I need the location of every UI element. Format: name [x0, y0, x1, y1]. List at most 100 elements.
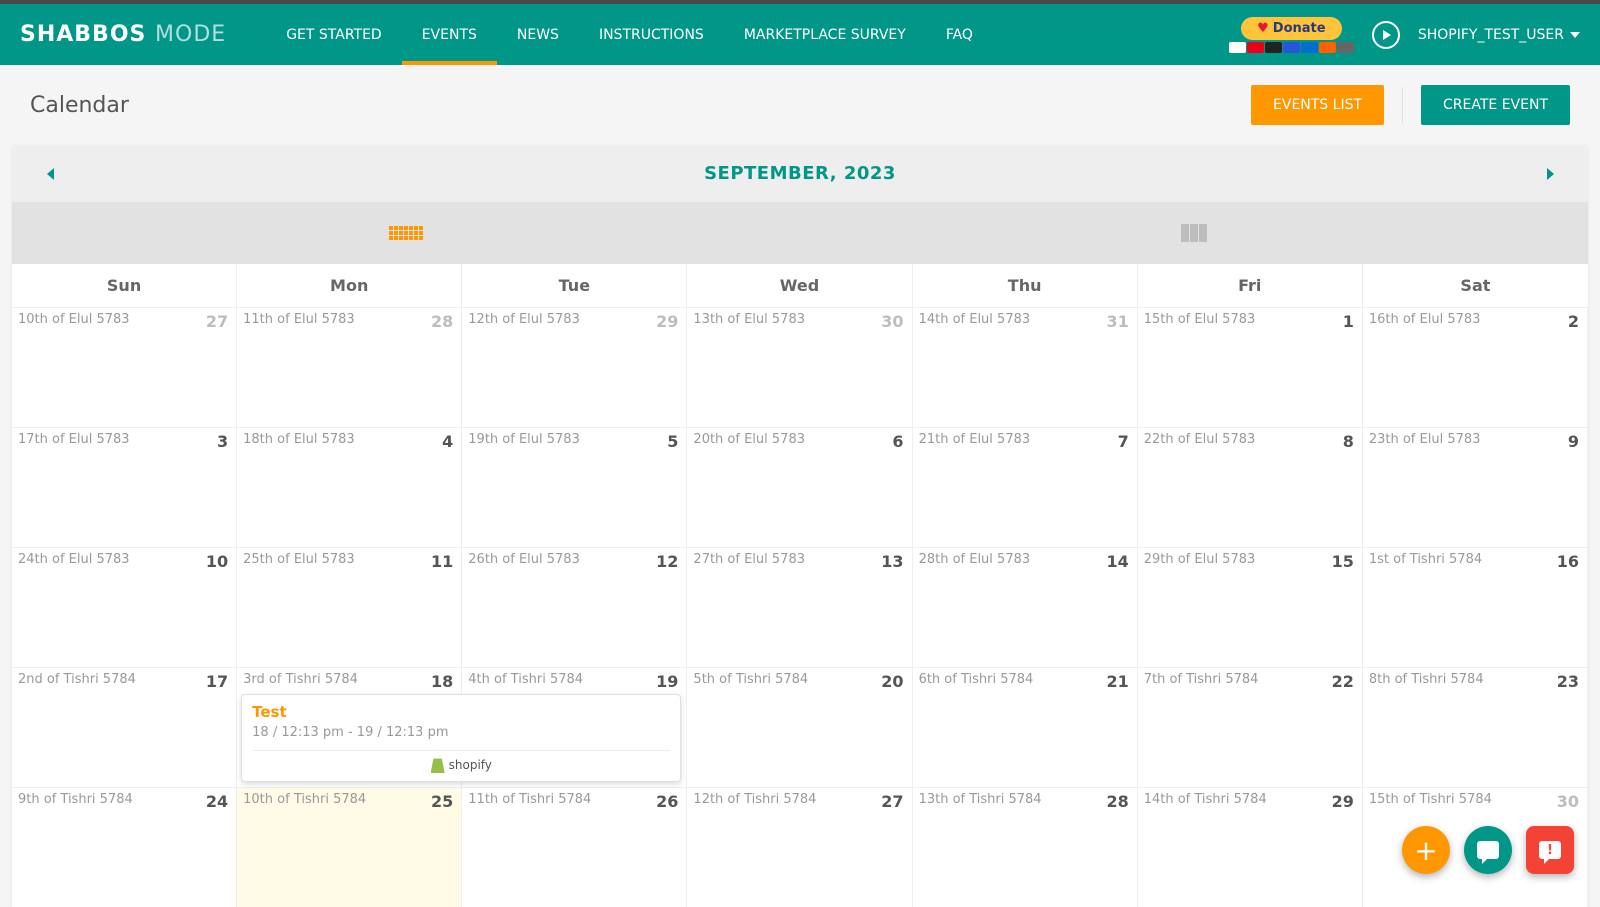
day-number: 21	[1106, 672, 1128, 691]
calendar-cell[interactable]: 1st of Tishri 578416	[1363, 547, 1588, 667]
calendar-cell[interactable]: 25th of Elul 578311	[237, 547, 462, 667]
calendar-cell[interactable]: 26th of Elul 578312	[462, 547, 687, 667]
day-header: Sat	[1363, 264, 1588, 307]
card-icon	[1229, 42, 1246, 53]
calendar-cell[interactable]: 29th of Elul 578315	[1138, 547, 1363, 667]
day-number: 28	[431, 312, 453, 331]
week-view-button[interactable]	[800, 202, 1588, 264]
hebrew-date: 11th of Tishri 5784	[468, 792, 591, 807]
calendar-cell[interactable]: 16th of Elul 57832	[1363, 307, 1588, 427]
day-number: 18	[431, 672, 453, 691]
user-name: SHOPIFY_TEST_USER	[1418, 27, 1564, 43]
main-nav: GET STARTEDEVENTSNEWSINSTRUCTIONSMARKETP…	[266, 4, 993, 65]
calendar-cell[interactable]: 9th of Tishri 578424	[12, 787, 237, 907]
shopify-icon	[431, 757, 445, 773]
day-number: 13	[881, 552, 903, 571]
event-time: 18 / 12:13 pm - 19 / 12:13 pm	[252, 725, 670, 740]
chevron-down-icon	[1570, 32, 1580, 38]
calendar-cell[interactable]: 11th of Elul 5783 28	[237, 307, 462, 427]
events-list-button[interactable]: EVENTS LIST	[1251, 85, 1384, 125]
day-number: 8	[1343, 432, 1354, 451]
day-number: 19	[656, 672, 678, 691]
day-number: 15	[1332, 552, 1354, 571]
grid-icon	[389, 226, 423, 240]
calendar-cell[interactable]: 13th of Elul 578330	[687, 307, 912, 427]
calendar-cell[interactable]: 22th of Elul 5783 8	[1138, 427, 1363, 547]
day-number: 17	[206, 672, 228, 691]
calendar-cell[interactable]: 19th of Elul 57835	[462, 427, 687, 547]
calendar-cell[interactable]: 5th of Tishri 578420	[687, 667, 912, 787]
nav-get-started[interactable]: GET STARTED	[266, 4, 402, 65]
page-title: Calendar	[30, 93, 129, 118]
card-icon	[1247, 42, 1264, 53]
nav-events[interactable]: EVENTS	[402, 4, 497, 65]
nav-news[interactable]: NEWS	[497, 4, 579, 65]
calendar-cell[interactable]: 28th of Elul 578314	[913, 547, 1138, 667]
day-header: Tue	[462, 264, 687, 307]
calendar-cell[interactable]: 13th of Tishri 578428	[913, 787, 1138, 907]
calendar-cell[interactable]: 18th of Elul 57834	[237, 427, 462, 547]
next-month-button[interactable]	[1540, 164, 1560, 184]
calendar-cell[interactable]: 14th of Tishri 578429	[1138, 787, 1363, 907]
day-number: 27	[881, 792, 903, 811]
calendar-cell[interactable]: 23th of Elul 57839	[1363, 427, 1588, 547]
calendar-cell[interactable]: 14th of Elul 578331	[913, 307, 1138, 427]
calendar-cell[interactable]: 8th of Tishri 578423	[1363, 667, 1588, 787]
prev-month-button[interactable]	[40, 164, 60, 184]
calendar-cell[interactable]: 20th of Elul 57836	[687, 427, 912, 547]
calendar-cell[interactable]: 10th of Elul 578327	[12, 307, 237, 427]
chat-fab[interactable]	[1464, 826, 1512, 874]
day-number: 16	[1557, 552, 1579, 571]
donate-button[interactable]: ♥ Donate	[1241, 17, 1341, 40]
event-card[interactable]: Test18 / 12:13 pm - 19 / 12:13 pmshopify	[241, 694, 681, 782]
hebrew-date: 12th of Tishri 5784	[693, 792, 816, 807]
day-number: 3	[217, 432, 228, 451]
calendar-cell[interactable]: 12th of Tishri 5784 27	[687, 787, 912, 907]
day-header: Fri	[1138, 264, 1363, 307]
calendar-cell[interactable]: 12th of Elul 578329	[462, 307, 687, 427]
nav-marketplace-survey[interactable]: MARKETPLACE SURVEY	[724, 4, 926, 65]
calendar-cell[interactable]: 11th of Tishri 578426	[462, 787, 687, 907]
create-event-button[interactable]: CREATE EVENT	[1421, 85, 1570, 125]
day-number: 7	[1118, 432, 1129, 451]
month-label[interactable]: SEPTEMBER, 2023	[60, 163, 1540, 184]
hebrew-date: 22th of Elul 5783	[1144, 432, 1256, 447]
user-menu[interactable]: SHOPIFY_TEST_USER	[1418, 27, 1580, 43]
hebrew-date: 6th of Tishri 5784	[919, 672, 1034, 687]
day-number: 1	[1343, 312, 1354, 331]
calendar-cell[interactable]: 24th of Elul 578310	[12, 547, 237, 667]
calendar-cell[interactable]: 7th of Tishri 578422	[1138, 667, 1363, 787]
day-number: 28	[1106, 792, 1128, 811]
day-header: Mon	[237, 264, 462, 307]
play-icon[interactable]	[1372, 21, 1400, 49]
calendar-cell[interactable]: 21th of Elul 57837	[913, 427, 1138, 547]
donate-label: Donate	[1273, 21, 1326, 36]
hebrew-date: 23th of Elul 5783	[1369, 432, 1481, 447]
header-right: ♥ Donate SHOPIFY_TEST_USER	[1229, 17, 1580, 53]
calendar-cell[interactable]: 17th of Elul 57833	[12, 427, 237, 547]
hebrew-date: 12th of Elul 5783	[468, 312, 580, 327]
view-switcher	[12, 202, 1588, 264]
day-number: 12	[656, 552, 678, 571]
event-title: Test	[252, 703, 670, 721]
day-number: 22	[1332, 672, 1354, 691]
nav-instructions[interactable]: INSTRUCTIONS	[579, 4, 724, 65]
hebrew-date: 27th of Elul 5783	[693, 552, 805, 567]
add-fab[interactable]: +	[1402, 826, 1450, 874]
calendar-cell[interactable]: 27th of Elul 5783 13	[687, 547, 912, 667]
card-icon	[1301, 42, 1318, 53]
feedback-fab[interactable]	[1526, 826, 1574, 874]
calendar-cell[interactable]: 10th of Tishri 578425	[237, 787, 462, 907]
brand-logo[interactable]: SHABBOS MODE	[20, 22, 226, 47]
hebrew-date: 11th of Elul 5783	[243, 312, 355, 327]
calendar: SEPTEMBER, 2023 SunMonTueWedThuFriSat 10…	[12, 145, 1588, 907]
nav-faq[interactable]: FAQ	[926, 4, 993, 65]
month-view-button[interactable]	[12, 202, 800, 264]
calendar-cell[interactable]: 3rd of Tishri 578418Test18 / 12:13 pm - …	[237, 667, 462, 787]
app-header: SHABBOS MODE GET STARTEDEVENTSNEWSINSTRU…	[0, 4, 1600, 65]
calendar-cell[interactable]: 6th of Tishri 5784 21	[913, 667, 1138, 787]
calendar-cell[interactable]: 2nd of Tishri 578417	[12, 667, 237, 787]
day-number: 30	[1557, 792, 1579, 811]
day-number: 6	[892, 432, 903, 451]
calendar-cell[interactable]: 15th of Elul 57831	[1138, 307, 1363, 427]
